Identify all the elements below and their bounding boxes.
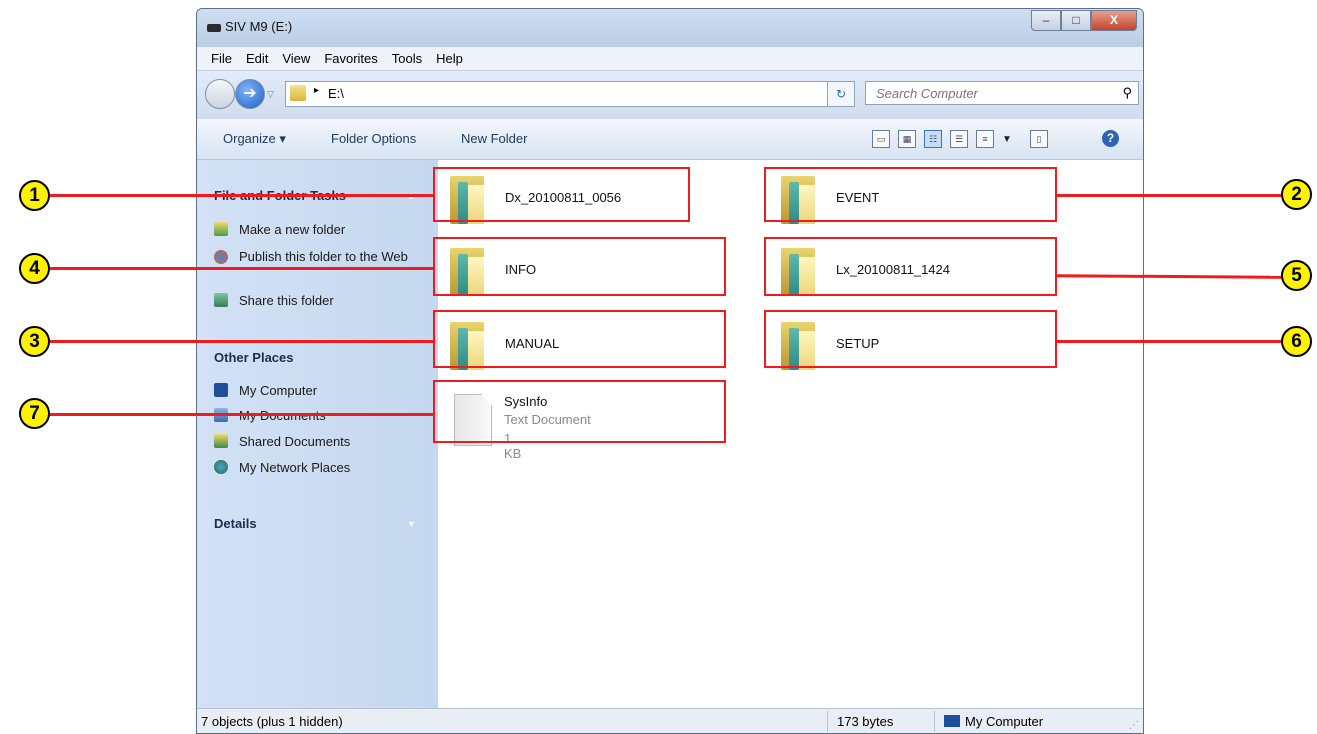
view-list-icon[interactable]: ☰ xyxy=(950,130,968,148)
view-thumbnails-icon[interactable]: ▭ xyxy=(872,130,890,148)
forward-button[interactable]: ➔ xyxy=(235,79,265,109)
callout-2: 2 xyxy=(1281,179,1312,210)
leader-line xyxy=(48,267,435,270)
view-dropdown-icon[interactable]: ▼ xyxy=(1002,134,1012,145)
window-controls: – □ X xyxy=(1031,10,1137,31)
highlight-box xyxy=(433,380,726,443)
window-title: SIV M9 (E:) xyxy=(225,19,293,34)
new-folder-icon xyxy=(214,222,228,236)
highlight-box xyxy=(764,237,1057,296)
status-bar: 7 objects (plus 1 hidden) 173 bytes My C… xyxy=(197,708,1143,733)
other-places-title[interactable]: Other Places xyxy=(214,350,294,365)
view-details-icon[interactable]: ≡ xyxy=(976,130,994,148)
view-switcher: ▭ ▦ ☷ ☰ ≡ ▼ ▯ xyxy=(872,130,1048,148)
menu-favorites[interactable]: Favorites xyxy=(324,51,377,66)
leader-line xyxy=(48,194,435,197)
highlight-box xyxy=(764,310,1057,368)
breadcrumb-arrow-icon[interactable]: ▸ xyxy=(314,85,319,96)
callout-5: 5 xyxy=(1281,260,1312,291)
minimize-button[interactable]: – xyxy=(1031,10,1061,31)
back-button[interactable] xyxy=(205,79,235,109)
highlight-box xyxy=(764,167,1057,222)
callout-4: 4 xyxy=(19,253,50,284)
preview-pane-icon[interactable]: ▯ xyxy=(1029,130,1048,148)
history-dropdown-icon[interactable]: ▽ xyxy=(267,89,274,100)
search-icon[interactable]: ⚲ xyxy=(1122,85,1132,101)
computer-icon xyxy=(214,383,228,397)
status-location-label: My Computer xyxy=(965,714,1044,729)
title-bar[interactable]: SIV M9 (E:) – □ X xyxy=(197,9,1143,47)
task-label: Publish this folder to the Web xyxy=(239,249,408,264)
task-label: Share this folder xyxy=(239,293,334,308)
callout-1: 1 xyxy=(19,180,50,211)
highlight-box xyxy=(433,237,726,296)
status-size: 173 bytes xyxy=(837,714,894,729)
status-location: My Computer xyxy=(944,714,1043,729)
callout-7: 7 xyxy=(19,398,50,429)
organize-button[interactable]: Organize ▾ xyxy=(223,131,286,147)
maximize-button[interactable]: □ xyxy=(1061,10,1091,31)
menu-tools[interactable]: Tools xyxy=(392,51,422,66)
close-button[interactable]: X xyxy=(1091,10,1137,31)
view-icons-icon[interactable]: ☷ xyxy=(924,130,942,148)
help-icon[interactable]: ? xyxy=(1102,130,1119,147)
make-new-folder-link[interactable]: Make a new folder xyxy=(214,222,345,237)
leader-line xyxy=(1056,340,1285,343)
refresh-button[interactable]: ↻ xyxy=(827,81,855,107)
computer-icon xyxy=(944,715,960,727)
globe-icon xyxy=(214,250,228,264)
place-label: My Network Places xyxy=(239,460,351,475)
menu-file[interactable]: File xyxy=(211,51,232,66)
share-folder-link[interactable]: Share this folder xyxy=(214,293,334,308)
resize-grip-icon[interactable]: ⋰ xyxy=(1129,720,1139,731)
expand-icon[interactable]: ▼ xyxy=(407,519,416,529)
highlight-box xyxy=(433,310,726,368)
address-row: ➔ ▽ ▸ E:\ ▼ ↻ Search Computer ⚲ xyxy=(197,71,1143,119)
leader-line xyxy=(1056,194,1285,197)
command-toolbar: Organize ▾ Folder Options New Folder ▭ ▦… xyxy=(197,119,1143,160)
place-label: Shared Documents xyxy=(239,434,351,449)
my-computer-link[interactable]: My Computer xyxy=(214,383,317,398)
callout-6: 6 xyxy=(1281,326,1312,357)
address-bar[interactable]: ▸ E:\ ▼ xyxy=(285,81,849,107)
shared-documents-icon xyxy=(214,434,228,448)
explorer-window: SIV M9 (E:) – □ X File Edit View Favorit… xyxy=(196,8,1144,734)
search-box[interactable]: Search Computer ⚲ xyxy=(865,81,1139,105)
callout-3: 3 xyxy=(19,326,50,357)
status-object-count: 7 objects (plus 1 hidden) xyxy=(201,714,343,729)
search-input[interactable]: Search Computer xyxy=(876,86,978,101)
shared-documents-link[interactable]: Shared Documents xyxy=(214,434,350,449)
address-path: E:\ xyxy=(328,86,344,101)
folder-icon xyxy=(290,85,306,101)
menu-help[interactable]: Help xyxy=(436,51,463,66)
leader-line xyxy=(48,340,435,343)
drive-icon xyxy=(207,24,221,32)
leader-line xyxy=(48,413,435,416)
network-icon xyxy=(214,460,228,474)
task-label: Make a new folder xyxy=(239,222,346,237)
new-folder-button[interactable]: New Folder xyxy=(461,131,527,146)
task-pane: File and Folder Tasks ▲ Make a new folde… xyxy=(197,160,438,708)
folder-options-button[interactable]: Folder Options xyxy=(331,131,416,146)
view-tiles-icon[interactable]: ▦ xyxy=(898,130,916,148)
place-label: My Computer xyxy=(239,383,318,398)
menu-bar: File Edit View Favorites Tools Help xyxy=(197,47,1143,71)
menu-edit[interactable]: Edit xyxy=(246,51,268,66)
highlight-box xyxy=(433,167,690,222)
publish-folder-link[interactable]: Publish this folder to the Web xyxy=(214,248,414,265)
details-title[interactable]: Details xyxy=(214,516,257,531)
my-network-places-link[interactable]: My Network Places xyxy=(214,460,350,475)
share-icon xyxy=(214,293,228,307)
menu-view[interactable]: View xyxy=(282,51,310,66)
